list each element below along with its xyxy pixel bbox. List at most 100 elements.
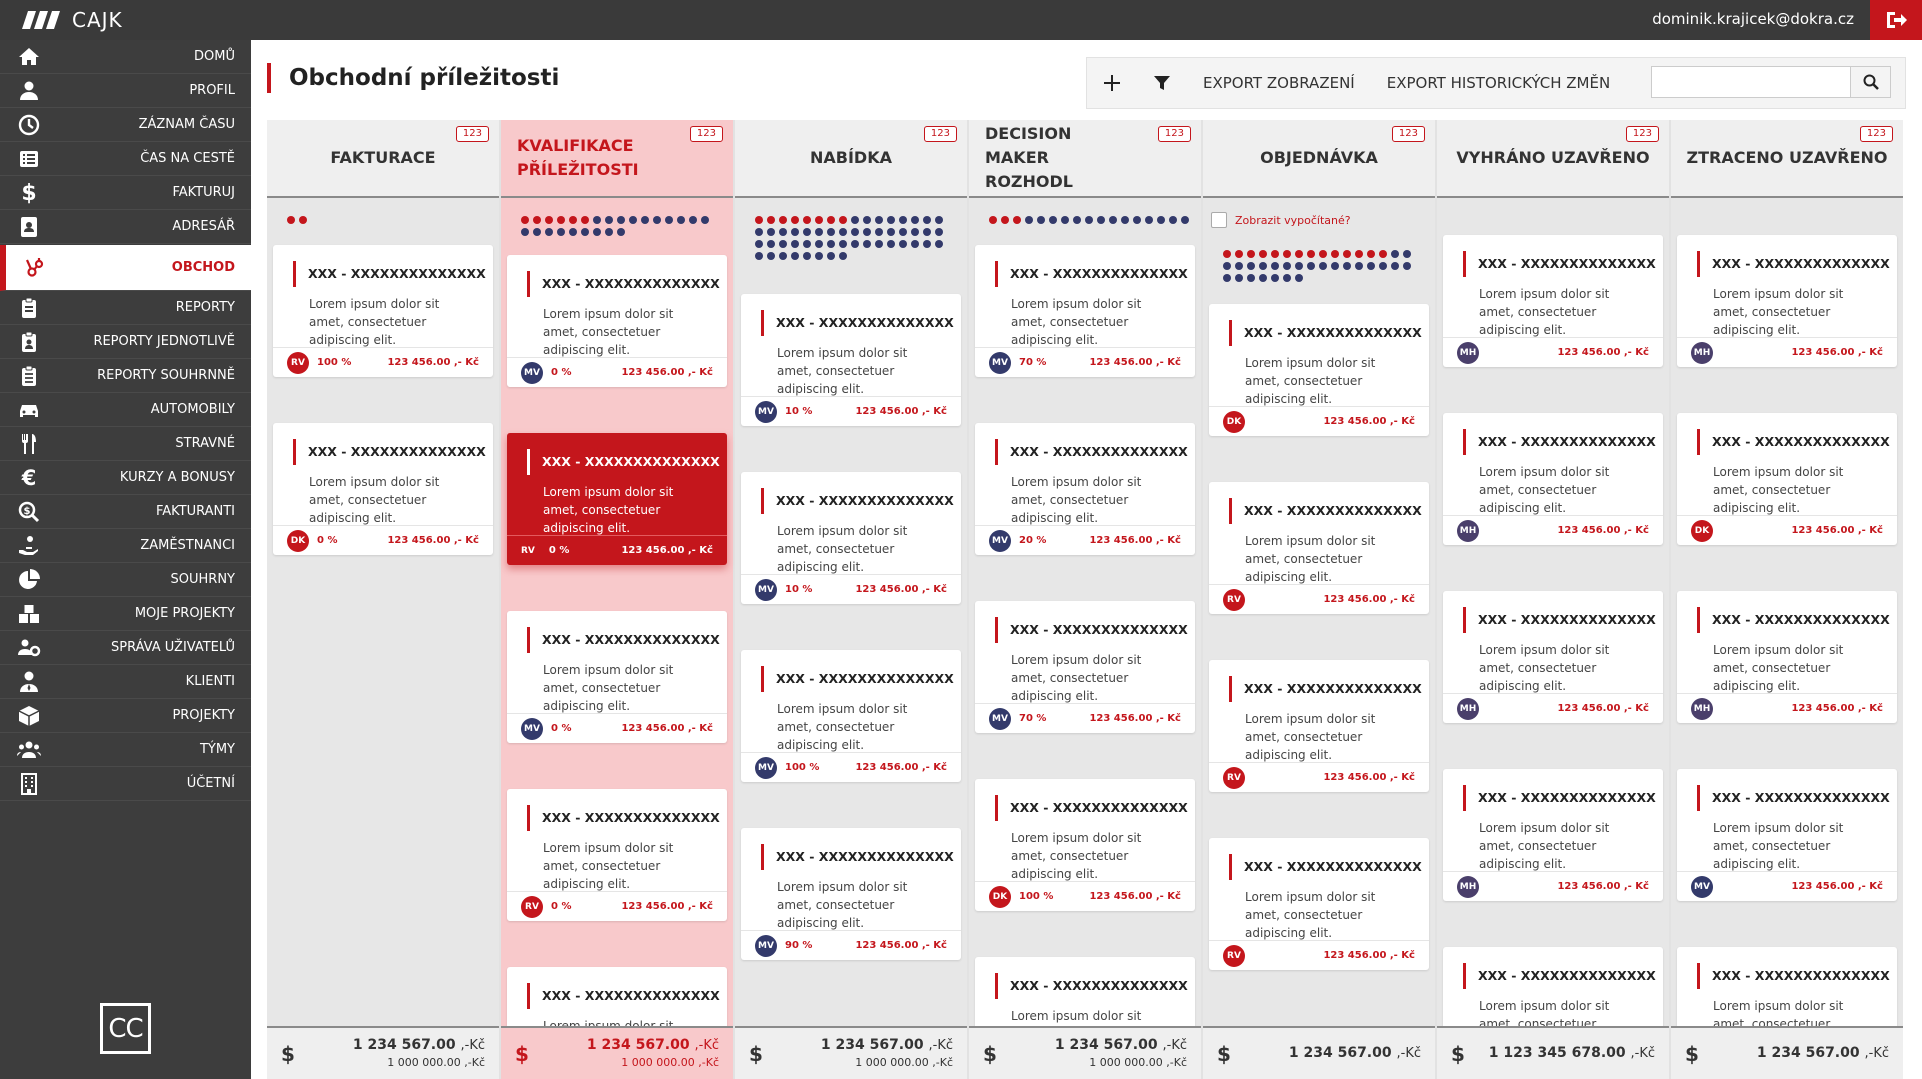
sidebar-item-building[interactable]: Účetní <box>0 767 251 801</box>
opportunity-card[interactable]: XXX - XXXXXXXXXXXXXX Lorem ipsum dolor si… <box>975 601 1195 733</box>
avatar: MV <box>755 578 777 601</box>
column-footer: $1 234 567.00 ,-Kč 1 000 000.00 ,-Kč <box>501 1026 733 1079</box>
card-title: XXX - XXXXXXXXXXXXXX <box>761 666 954 692</box>
progress-dot <box>299 216 307 224</box>
opportunity-card[interactable]: XXX - XXXXXXXXXXXXXX Lorem ipsum dolor si… <box>1209 304 1429 436</box>
sidebar-item-user[interactable]: Profil <box>0 74 251 108</box>
opportunity-card[interactable]: XXX - XXXXXXXXXXXXXX Lorem ipsum dolor si… <box>741 294 961 426</box>
opportunity-card[interactable]: XXX - XXXXXXXXXXXXXX Lorem ipsum dolor si… <box>1677 769 1897 901</box>
sidebar-item-clock[interactable]: Záznam času <box>0 108 251 142</box>
sidebar-item-car[interactable]: Automobily <box>0 393 251 427</box>
card-title: XXX - XXXXXXXXXXXXXX <box>761 844 954 870</box>
card-price: 123 456.00 ,- Kč <box>1557 881 1649 892</box>
sidebar-item-users[interactable]: Týmy <box>0 733 251 767</box>
sidebar-item-label: Profil <box>189 83 235 98</box>
show-calculated-toggle[interactable]: Zobrazit vypočítané? <box>1211 208 1425 232</box>
card-footer: MV 0 % 123 456.00 ,- Kč <box>507 713 727 743</box>
filter-button[interactable] <box>1137 58 1187 108</box>
sidebar-item-search-dollar[interactable]: $ Fakturanti <box>0 495 251 529</box>
opportunity-card[interactable]: XXX - XXXXXXXXXXXXXX Lorem ipsum dolor si… <box>1209 660 1429 792</box>
card-footer: RV 100 % 123 456.00 ,- Kč <box>273 347 493 377</box>
sidebar-item-label: Kurzy a bonusy <box>119 470 235 485</box>
show-calculated-checkbox[interactable] <box>1211 212 1227 228</box>
column-header[interactable]: NABÍDKA 123 <box>735 120 967 198</box>
sidebar-item-clipboard-user[interactable]: Reporty jednotlivě <box>0 325 251 359</box>
opportunity-card[interactable]: XXX - XXXXXXXXXXXXXX Lorem ipsum dolor si… <box>741 472 961 604</box>
opportunity-card[interactable]: XXX - XXXXXXXXXXXXXX Lorem ipsum dolor si… <box>975 423 1195 555</box>
avatar: RV <box>1223 766 1245 789</box>
column-sum-unit: ,-Kč <box>1630 1046 1656 1061</box>
opportunity-card[interactable]: XXX - XXXXXXXXXXXXXX Lorem ipsum dolor si… <box>273 245 493 377</box>
card-description: Lorem ipsum dolor sit amet, consectetuer… <box>777 524 908 574</box>
opportunity-card[interactable]: XXX - XXXXXXXXXXXXXX Lorem ipsum dolor si… <box>507 611 727 743</box>
sidebar-item-hubspot[interactable]: Obchod <box>0 245 251 291</box>
sidebar-item-home[interactable]: Domů <box>0 40 251 74</box>
column-2: KVALIFIKACE PŘÍLEŽITOSTI 123 XXX - XXXXXXX… <box>501 120 733 1079</box>
progress-dot <box>839 228 847 236</box>
sidebar-item-label: Správa uživatelů <box>111 640 235 655</box>
opportunity-card[interactable]: XXX - XXXXXXXXXXXXXX Lorem ipsum dolor si… <box>1677 591 1897 723</box>
sidebar-item-euro[interactable]: € Kurzy a bonusy <box>0 461 251 495</box>
search-button[interactable] <box>1850 67 1890 97</box>
app-logo[interactable]: CAJK <box>22 8 123 32</box>
opportunity-card[interactable]: XXX - XXXXXXXXXXXXXX Lorem ipsum dolor si… <box>273 423 493 555</box>
logout-button[interactable] <box>1870 0 1922 40</box>
sidebar-item-address-book[interactable]: Adresář <box>0 210 251 244</box>
opportunity-card[interactable]: XXX - XXXXXXXXXXXXXX Lorem ipsum dolor si… <box>1209 482 1429 614</box>
export-history-button[interactable]: EXPORT HISTORICKÝCH ZMĚN <box>1371 58 1626 108</box>
avatar: MV <box>755 756 777 779</box>
column-header[interactable]: FAKTURACE 123 <box>267 120 499 198</box>
column-header[interactable]: KVALIFIKACE PŘÍLEŽITOSTI 123 <box>501 120 733 198</box>
export-view-button[interactable]: EXPORT ZOBRAZENÍ <box>1187 58 1371 108</box>
cubes-icon <box>17 602 41 626</box>
card-title: XXX - XXXXXXXXXXXXXX <box>1697 607 1890 633</box>
sidebar-item-user-tie[interactable]: Klienti <box>0 665 251 699</box>
progress-dot <box>1271 274 1279 282</box>
opportunity-card[interactable]: XXX - XXXXXXXXXXXXXX Lorem ipsum dolor si… <box>1443 413 1663 545</box>
search-input[interactable] <box>1652 67 1850 97</box>
column-header[interactable]: DECISION MAKER ROZHODL 123 <box>969 120 1201 198</box>
add-button[interactable] <box>1087 58 1137 108</box>
card-price: 123 456.00 ,- Kč <box>1791 703 1883 714</box>
opportunity-card[interactable]: XXX - XXXXXXXXXXXXXX Lorem ipsum dolor si… <box>975 779 1195 911</box>
sidebar-item-label: Reporty jednotlivě <box>93 334 235 349</box>
column-header[interactable]: ZTRACENO UZAVŘENO 123 <box>1671 120 1903 198</box>
sidebar-item-clipboard[interactable]: Reporty <box>0 291 251 325</box>
progress-dot <box>827 216 835 224</box>
sidebar-item-box[interactable]: Projekty <box>0 699 251 733</box>
progress-dot <box>755 240 763 248</box>
opportunity-card[interactable]: XXX - XXXXXXXXXXXXXX Lorem ipsum dolor si… <box>741 828 961 960</box>
column-5: OBJEDNÁVKA 123 Zobrazit vypočítané? XXX - X… <box>1203 120 1435 1079</box>
progress-dot <box>1259 250 1267 258</box>
opportunity-card[interactable]: XXX - XXXXXXXXXXXXXX Lorem ipsum dolor si… <box>1677 235 1897 367</box>
sidebar-item-pie-chart[interactable]: Souhrny <box>0 563 251 597</box>
sidebar-item-label: Projekty <box>172 708 235 723</box>
opportunity-card[interactable]: XXX - XXXXXXXXXXXXXX Lorem ipsum dolor si… <box>507 433 727 565</box>
sidebar-item-cutlery[interactable]: Stravné <box>0 427 251 461</box>
sidebar-item-clipboard-list[interactable]: Reporty souhrnně <box>0 359 251 393</box>
opportunity-card[interactable]: XXX - XXXXXXXXXXXXXX Lorem ipsum dolor si… <box>1209 838 1429 970</box>
sidebar-item-hand-holding[interactable]: Zaměstnanci <box>0 529 251 563</box>
opportunity-card[interactable]: XXX - XXXXXXXXXXXXXX Lorem ipsum dolor si… <box>1443 235 1663 367</box>
user-email[interactable]: dominik.krajicek@dokra.cz <box>1652 10 1854 28</box>
opportunity-card[interactable]: XXX - XXXXXXXXXXXXXX Lorem ipsum dolor si… <box>1443 769 1663 901</box>
column-sum-value: 1 234 567.00 <box>1288 1045 1392 1061</box>
column-header[interactable]: VYHRÁNO UZAVŘENO 123 <box>1437 120 1669 198</box>
progress-dot <box>1001 216 1009 224</box>
opportunity-card[interactable]: XXX - XXXXXXXXXXXXXX Lorem ipsum dolor si… <box>507 255 727 387</box>
sidebar-item-dollar[interactable]: $ Fakturuj <box>0 176 251 210</box>
opportunity-card[interactable]: XXX - XXXXXXXXXXXXXX Lorem ipsum dolor si… <box>1443 591 1663 723</box>
opportunity-card[interactable]: XXX - XXXXXXXXXXXXXX Lorem ipsum dolor si… <box>975 245 1195 377</box>
column-header[interactable]: OBJEDNÁVKA 123 <box>1203 120 1435 198</box>
progress-dot <box>899 216 907 224</box>
card-footer: DK 123 456.00 ,- Kč <box>1677 515 1897 545</box>
column-sum-value: 1 234 567.00 <box>352 1037 456 1053</box>
opportunity-card[interactable]: XXX - XXXXXXXXXXXXXX Lorem ipsum dolor si… <box>741 650 961 782</box>
opportunity-card[interactable]: XXX - XXXXXXXXXXXXXX Lorem ipsum dolor si… <box>507 789 727 921</box>
opportunity-card[interactable]: XXX - XXXXXXXXXXXXXX Lorem ipsum dolor si… <box>1677 413 1897 545</box>
avatar: MV <box>1691 875 1713 898</box>
sidebar-item-users-cog[interactable]: Správa uživatelů <box>0 631 251 665</box>
column-sum-secondary: 1 000 000.00 ,-Kč <box>621 1056 719 1069</box>
sidebar-item-list[interactable]: Čas na cestě <box>0 142 251 176</box>
sidebar-item-cubes[interactable]: Moje projekty <box>0 597 251 631</box>
